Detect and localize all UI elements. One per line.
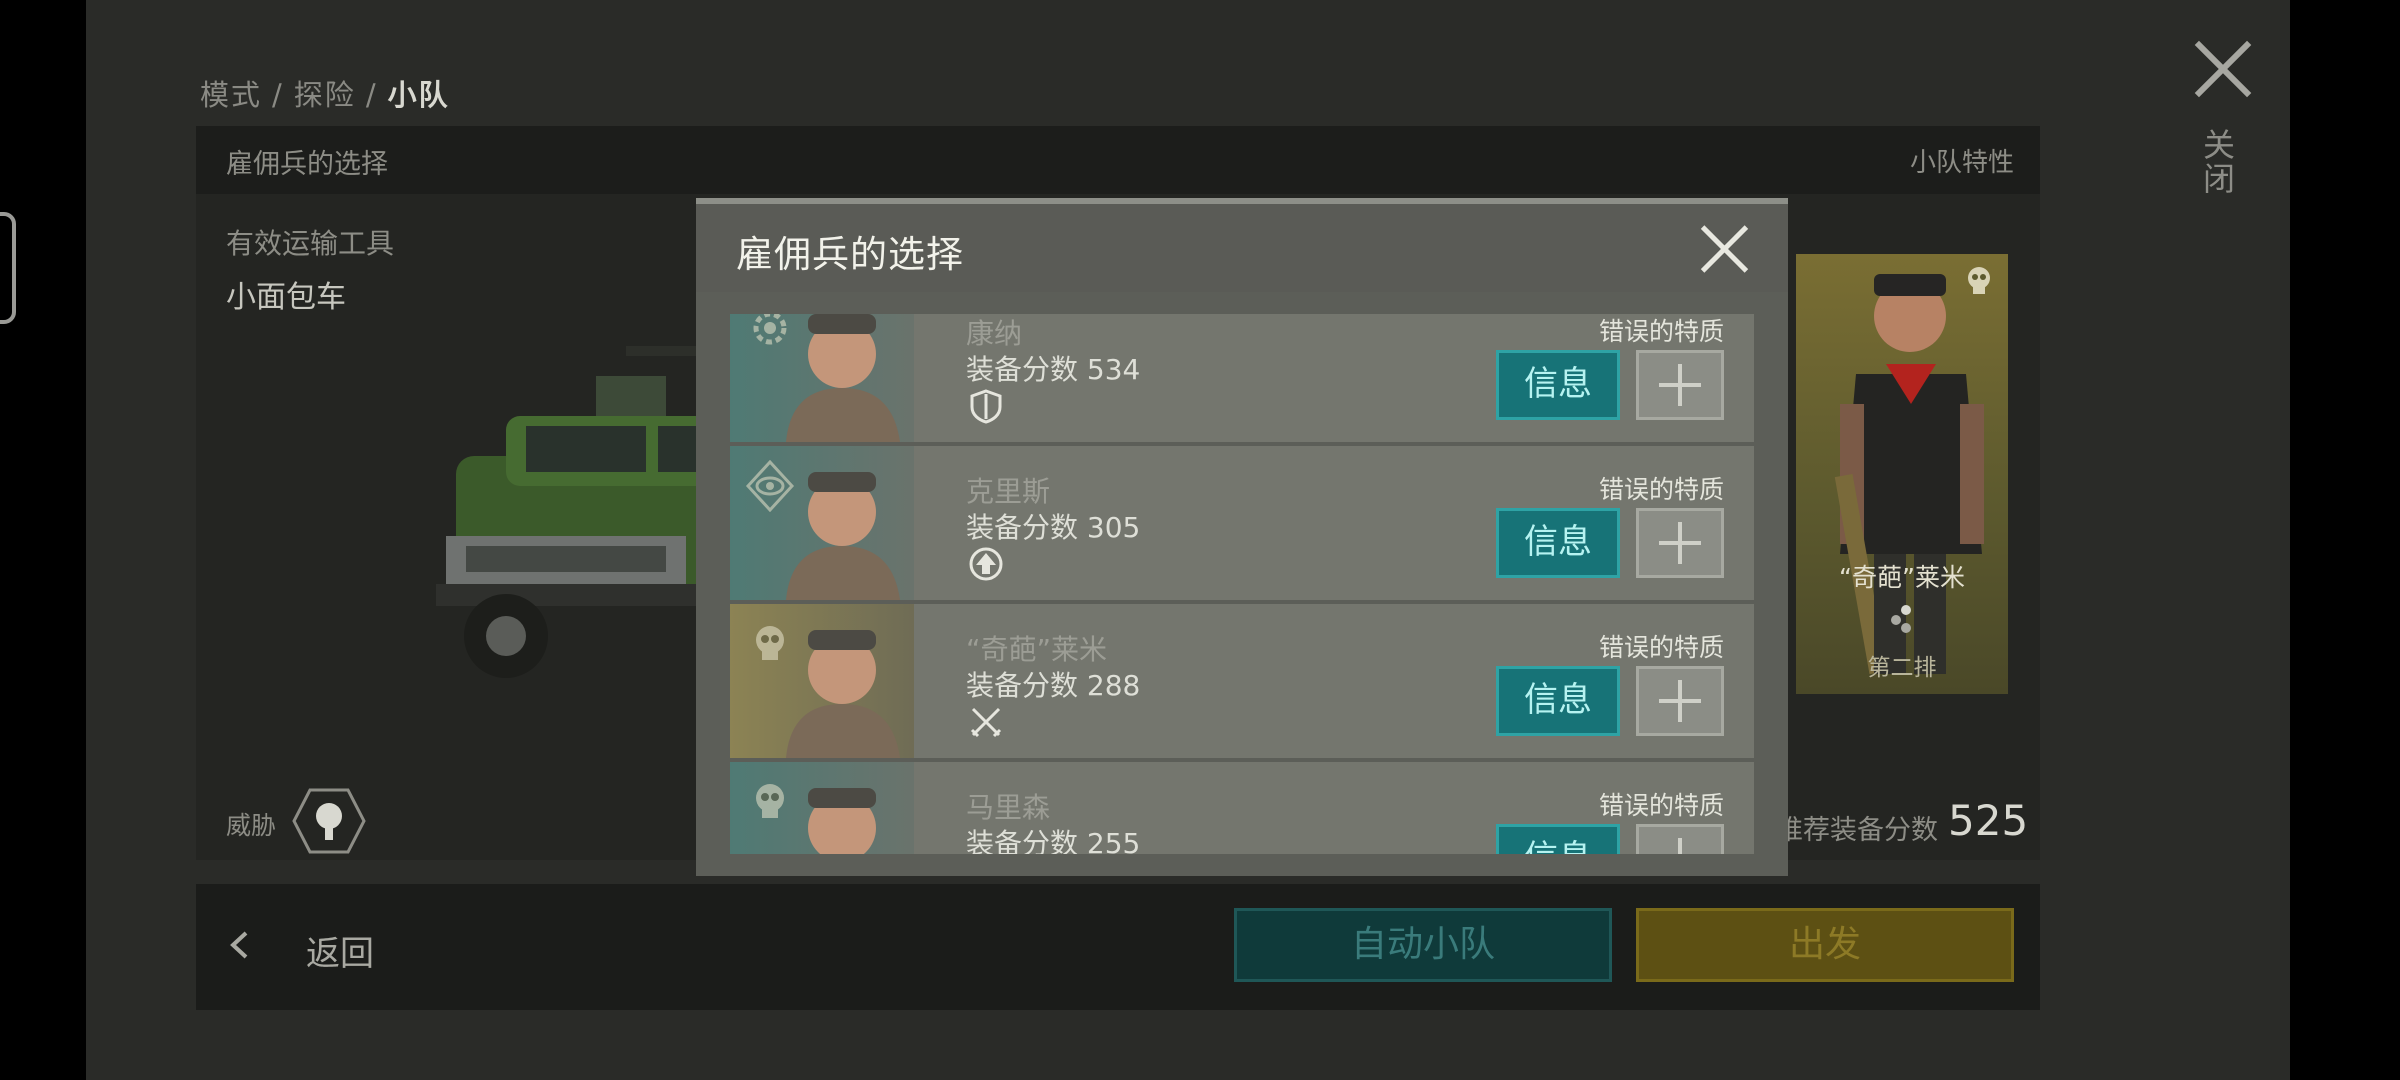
cog-class-icon <box>753 314 787 345</box>
add-mercenary-button[interactable] <box>1636 824 1724 854</box>
mercenary-select-dialog: 雇佣兵的选择 康纳 装备分数 534 错误的特质 信息 克里斯 装备分数 305… <box>696 198 1788 876</box>
mercenary-list[interactable]: 康纳 装备分数 534 错误的特质 信息 克里斯 装备分数 305 错误的特质 … <box>730 314 1754 854</box>
mercenary-list-inner: 康纳 装备分数 534 错误的特质 信息 克里斯 装备分数 305 错误的特质 … <box>730 314 1754 854</box>
info-button[interactable]: 信息 <box>1496 666 1620 736</box>
mercenary-row[interactable]: “奇葩”莱米 装备分数 288 错误的特质 信息 <box>730 604 1754 758</box>
mercenary-name: 克里斯 <box>966 475 1051 508</box>
add-mercenary-button[interactable] <box>1636 666 1724 736</box>
skull-class-icon <box>756 626 784 660</box>
dialog-header: 雇佣兵的选择 <box>696 204 1788 292</box>
mercenary-gear-score: 装备分数 255 <box>966 827 1141 854</box>
mercenary-trait: 错误的特质 <box>1598 475 1724 504</box>
skull-class-icon <box>756 784 784 818</box>
upgrade-arrow-icon <box>969 547 1003 581</box>
eye-class-icon <box>745 460 795 512</box>
info-button[interactable]: 信息 <box>1496 508 1620 578</box>
info-button[interactable]: 信息 <box>1496 350 1620 420</box>
mercenary-trait: 错误的特质 <box>1598 317 1724 346</box>
mercenary-trait: 错误的特质 <box>1598 791 1724 820</box>
mercenary-row[interactable]: 克里斯 装备分数 305 错误的特质 信息 <box>730 446 1754 600</box>
close-icon[interactable] <box>1700 224 1750 274</box>
mercenary-gear-score: 装备分数 305 <box>966 511 1141 544</box>
dialog-title: 雇佣兵的选择 <box>736 233 964 276</box>
add-mercenary-button[interactable] <box>1636 350 1724 420</box>
mercenary-gear-score: 装备分数 534 <box>966 353 1141 386</box>
mercenary-row[interactable]: 马里森 装备分数 255 错误的特质 信息 <box>730 762 1754 854</box>
mercenary-trait: 错误的特质 <box>1598 633 1724 662</box>
add-mercenary-button[interactable] <box>1636 508 1724 578</box>
mercenary-name: 康纳 <box>966 317 1023 350</box>
mercenary-row[interactable]: 康纳 装备分数 534 错误的特质 信息 <box>730 314 1754 442</box>
info-button[interactable]: 信息 <box>1496 824 1620 854</box>
mercenary-name: “奇葩”莱米 <box>966 633 1108 666</box>
game-screen: 模式 / 探险 / 小队 关闭 雇佣兵的选择 小队特性 有效运输工具 小面包车 威胁 <box>0 0 2400 1080</box>
mercenary-name: 马里森 <box>966 791 1051 824</box>
crossed-swords-icon <box>970 707 1002 738</box>
shield-icon <box>970 389 1002 424</box>
mercenary-gear-score: 装备分数 288 <box>966 669 1141 702</box>
